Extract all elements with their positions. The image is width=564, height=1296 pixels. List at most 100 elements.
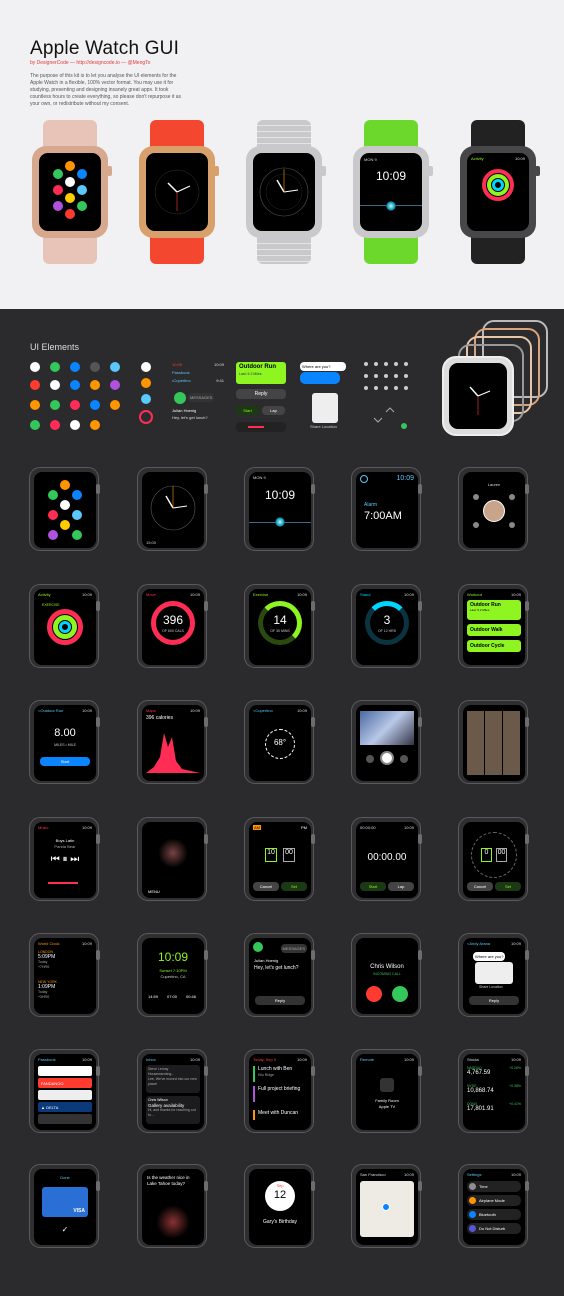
- shutter-button[interactable]: [380, 751, 394, 765]
- time-label: 10:09: [296, 708, 307, 713]
- watch-move[interactable]: Move 10:09 396 OF 600 CALS: [137, 584, 209, 668]
- watch-camera-remote[interactable]: [351, 700, 423, 784]
- watch-activity[interactable]: Activity 10:09 EXERCISE: [29, 584, 101, 668]
- watch-exercise[interactable]: Exercise 10:09 14 OF 30 MINS: [244, 584, 316, 668]
- start-button[interactable]: Start: [236, 406, 259, 415]
- watch-maps[interactable]: San Francisco 10:09: [351, 1164, 423, 1248]
- hero-watch-red[interactable]: [137, 120, 219, 264]
- watch-apple-pay[interactable]: Done VISA ✓: [29, 1164, 101, 1248]
- hero-watch-black[interactable]: Activity 10:09: [458, 120, 540, 264]
- city-london[interactable]: LONDON 5:09PM Today +7HRS: [38, 950, 55, 970]
- reply-button[interactable]: Reply: [469, 996, 519, 1005]
- watch-home-screen[interactable]: [29, 467, 101, 551]
- watch-inbox[interactable]: Inbox 10:09 Steve Lemay Housewarming... …: [137, 1049, 209, 1133]
- watch-incoming-call[interactable]: Chris Wilson INCOMING CALL: [351, 933, 423, 1017]
- stock-item[interactable]: DOWJ +0.41% 17,801.91: [467, 1102, 521, 1112]
- pm-toggle[interactable]: PM: [301, 825, 307, 830]
- flip-icon[interactable]: [400, 755, 408, 763]
- hero-watch-pink[interactable]: [30, 120, 112, 264]
- watch-stopwatch[interactable]: 00:00:00 10:09 00:00.00 Start Lap: [351, 817, 423, 901]
- minute-picker[interactable]: 00: [283, 848, 295, 862]
- volume-slider[interactable]: [236, 422, 286, 432]
- event-item[interactable]: Full project briefing: [253, 1086, 307, 1102]
- watch-calendar-event[interactable]: Sep 12 Gary's Birthday: [244, 1164, 316, 1248]
- watch-remote-pad[interactable]: MENU: [137, 817, 209, 901]
- email-item[interactable]: Steve Lemay Housewarming... Lee, We've m…: [146, 1065, 200, 1093]
- volume-slider[interactable]: [48, 882, 78, 884]
- watch-location-message[interactable]: <Andy Arana 10:09 Where are you? Share L…: [458, 933, 530, 1017]
- hour-picker[interactable]: 0: [481, 848, 492, 862]
- stock-item[interactable]: NASDAQ +0.26% 4,767.59: [467, 1066, 521, 1076]
- email-item[interactable]: Chris Wilson Gallery availability Hi, an…: [146, 1096, 200, 1124]
- byline-link[interactable]: by DesignerCode — http://designcode.io —…: [30, 60, 150, 66]
- watch-chronograph[interactable]: 15:00: [137, 467, 209, 551]
- watch-world-clock[interactable]: World Clock 10:09 LONDON 5:09PM Today +7…: [29, 933, 101, 1017]
- watch-stand[interactable]: Stand 10:09 3 OF 12 HRS: [351, 584, 423, 668]
- hero-watch-green[interactable]: MON 9 10:09: [351, 120, 433, 264]
- lap-button[interactable]: Lap: [388, 882, 414, 891]
- calories-label: 396 calories: [146, 715, 173, 721]
- workout-item-run[interactable]: Outdoor Run Last: 5.2 Miles: [467, 600, 521, 620]
- pass-delta[interactable]: ▲ DELTA: [38, 1102, 92, 1112]
- set-button[interactable]: Set: [281, 882, 307, 891]
- watch-workout-goal[interactable]: <Outdoor Run 10:09 8.00 MILES • MILE Sta…: [29, 700, 101, 784]
- timer-icon[interactable]: [366, 755, 374, 763]
- exercise-label: EXERCISE: [42, 603, 60, 607]
- event-item[interactable]: Meet with Duncan: [253, 1110, 307, 1120]
- play-controls-icon[interactable]: ⏮ ⏸ ⏭: [34, 854, 96, 865]
- watch-photos[interactable]: [458, 700, 530, 784]
- watch-remote[interactable]: Remote 10:09 Family Room Apple TV: [351, 1049, 423, 1133]
- map-thumbnail[interactable]: [475, 962, 513, 984]
- watch-calendar[interactable]: Today, Sep 9 10:09 Lunch with Ben Kilo R…: [244, 1049, 316, 1133]
- done-button[interactable]: Done: [34, 1175, 96, 1180]
- watch-workout[interactable]: Workout 10:09 Outdoor Run Last: 5.2 Mile…: [458, 584, 530, 668]
- watch-music[interactable]: Music 10:09 Boys Latin Panda Bear ⏮ ⏸ ⏭: [29, 817, 101, 901]
- watch-weather[interactable]: <Cupertino 10:09 68°: [244, 700, 316, 784]
- watch-passbook[interactable]: Passbook 10:09 FANDANGO ▲ DELTA: [29, 1049, 101, 1133]
- watch-contacts[interactable]: Lauren: [458, 467, 530, 551]
- photo-grid[interactable]: [467, 711, 521, 775]
- avatar[interactable]: [483, 500, 505, 522]
- watch-motion-face[interactable]: MON 9 10:09: [244, 467, 316, 551]
- accept-call-button[interactable]: [392, 986, 408, 1002]
- cancel-button[interactable]: Cancel: [467, 882, 493, 891]
- set-button[interactable]: Set: [495, 882, 521, 891]
- map-thumbnail[interactable]: [312, 393, 338, 423]
- back-button[interactable]: <Andy Arana: [467, 941, 490, 946]
- event-item[interactable]: Lunch with Ben Kilo Ridge: [253, 1066, 307, 1082]
- map-view[interactable]: [360, 1181, 414, 1237]
- watch-siri[interactable]: Is the weather nice in Lake Tahoe today?: [137, 1164, 209, 1248]
- app-title: Stand: [360, 592, 371, 597]
- watch-settings[interactable]: Settings 10:09 Time Airplane Mode Blueto…: [458, 1164, 530, 1248]
- workout-item-walk[interactable]: Outdoor Walk: [467, 624, 521, 636]
- back-button[interactable]: <Cupertino: [253, 708, 273, 713]
- minute-picker[interactable]: 00: [496, 848, 507, 862]
- watch-alarm-picker[interactable]: AM PM 10 00 Cancel Set: [244, 817, 316, 901]
- hero-watch-steel[interactable]: [244, 120, 326, 264]
- watch-alarm[interactable]: 10:09 Alarm 7:00AM: [351, 467, 423, 551]
- passbook-label: Passbook: [172, 370, 190, 375]
- hour-picker[interactable]: 10: [265, 848, 277, 862]
- stock-item[interactable]: NYSE +0.38% 10,868.74: [467, 1084, 521, 1094]
- start-button[interactable]: Start: [360, 882, 386, 891]
- watch-stocks[interactable]: Stocks 10:09 NASDAQ +0.26% 4,767.59 NYSE +…: [458, 1049, 530, 1133]
- watch-calories-chart[interactable]: Maps 10:09 396 calories: [137, 700, 209, 784]
- workout-item-cycle[interactable]: Outdoor Cycle: [467, 640, 521, 652]
- decline-call-button[interactable]: [366, 986, 382, 1002]
- pass-fandango[interactable]: FANDANGO: [38, 1078, 92, 1088]
- city-new-york[interactable]: NEW YORK 1:09PM Today +3HRS: [38, 980, 57, 1000]
- watch-message[interactable]: MESSAGES Julian Hoenig Hey, let's get lu…: [244, 933, 316, 1017]
- watch-timer-picker[interactable]: 0 00 Cancel Set: [458, 817, 530, 901]
- cancel-button[interactable]: Cancel: [253, 882, 279, 891]
- lap-button[interactable]: Lap: [262, 406, 285, 415]
- start-button[interactable]: Start: [40, 757, 90, 766]
- reply-button[interactable]: Reply: [255, 996, 305, 1005]
- menu-button[interactable]: MENU: [148, 889, 160, 894]
- reply-button[interactable]: Reply: [236, 389, 286, 399]
- back-button[interactable]: <Outdoor Run: [38, 708, 63, 713]
- am-toggle[interactable]: AM: [253, 825, 261, 830]
- where-bubble: Where are you?: [300, 362, 346, 371]
- touch-pad[interactable]: [158, 838, 188, 868]
- workout-card[interactable]: Outdoor Run Last: 5.2 Miles: [236, 362, 286, 384]
- watch-digital-face[interactable]: 10:09 Sunset 7:10PM Cupertino, CA 14:59 …: [137, 933, 209, 1017]
